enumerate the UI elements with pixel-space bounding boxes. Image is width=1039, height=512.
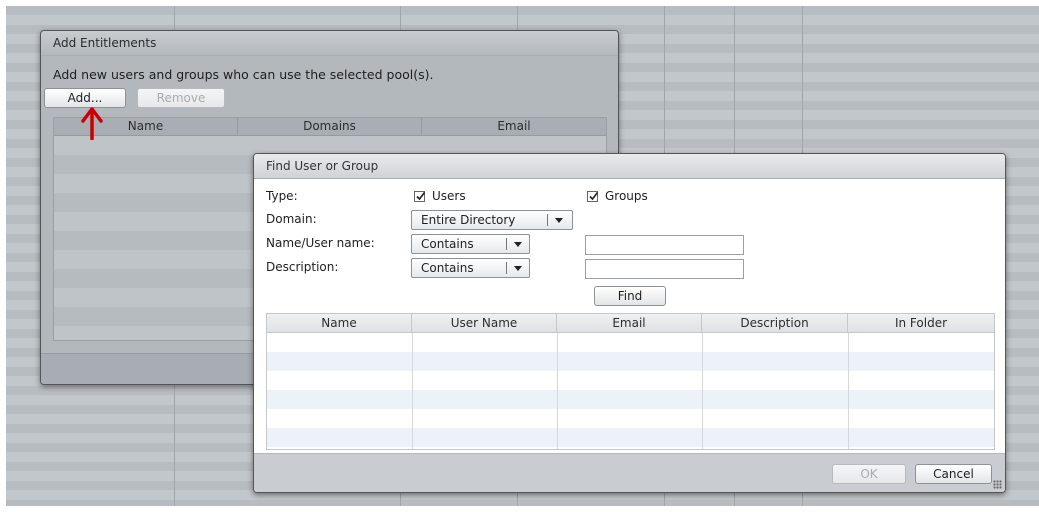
column-header-description[interactable]: Description bbox=[702, 314, 848, 332]
select-separator bbox=[506, 238, 507, 250]
dialog-title: Find User or Group bbox=[254, 154, 1005, 179]
chevron-down-icon bbox=[514, 266, 522, 271]
chevron-down-icon bbox=[555, 218, 563, 223]
column-header-name[interactable]: Name bbox=[267, 314, 412, 332]
domain-select[interactable]: Entire Directory bbox=[411, 210, 573, 230]
dialog-description: Add new users and groups who can use the… bbox=[53, 67, 434, 82]
cancel-button[interactable]: Cancel bbox=[915, 464, 992, 484]
results-table: Name User Name Email Description In Fold… bbox=[266, 313, 995, 450]
find-button[interactable]: Find bbox=[594, 286, 666, 306]
dialog-title: Add Entitlements bbox=[41, 31, 618, 56]
select-separator bbox=[547, 214, 548, 226]
table-header: Name User Name Email Description In Fold… bbox=[267, 314, 994, 333]
name-input[interactable] bbox=[585, 235, 744, 255]
users-label: Users bbox=[432, 189, 466, 203]
name-match-select[interactable]: Contains bbox=[411, 234, 530, 254]
description-input[interactable] bbox=[585, 259, 744, 279]
column-divider bbox=[848, 333, 849, 449]
users-checkbox[interactable] bbox=[414, 191, 426, 202]
chevron-down-icon bbox=[514, 242, 522, 247]
dialog-footer: OK Cancel bbox=[254, 453, 1005, 492]
domain-select-value: Entire Directory bbox=[421, 213, 516, 227]
column-divider bbox=[557, 333, 558, 449]
domain-label: Domain: bbox=[266, 212, 317, 226]
table-header: Name Domains Email bbox=[54, 118, 606, 136]
column-divider bbox=[702, 333, 703, 449]
annotation-arrow-icon bbox=[81, 107, 103, 140]
type-label: Type: bbox=[266, 189, 298, 203]
checkmark-icon bbox=[416, 192, 426, 201]
select-separator bbox=[506, 262, 507, 274]
description-match-select[interactable]: Contains bbox=[411, 258, 530, 278]
description-match-value: Contains bbox=[421, 261, 474, 275]
groups-checkbox[interactable] bbox=[587, 191, 599, 202]
column-divider bbox=[412, 333, 413, 449]
column-header-user-name[interactable]: User Name bbox=[412, 314, 557, 332]
groups-label: Groups bbox=[605, 189, 648, 203]
checkmark-icon bbox=[589, 192, 599, 201]
name-label: Name/User name: bbox=[266, 236, 375, 250]
description-label: Description: bbox=[266, 260, 339, 274]
add-button[interactable]: Add... bbox=[44, 88, 126, 108]
ok-button[interactable]: OK bbox=[832, 464, 906, 484]
column-header-in-folder[interactable]: In Folder bbox=[848, 314, 994, 332]
column-header-email[interactable]: Email bbox=[557, 314, 702, 332]
name-match-value: Contains bbox=[421, 237, 474, 251]
resize-grip-icon[interactable] bbox=[993, 480, 1002, 489]
remove-button[interactable]: Remove bbox=[137, 88, 225, 108]
table-body bbox=[267, 333, 994, 449]
column-header-email[interactable]: Email bbox=[422, 118, 606, 135]
find-user-or-group-dialog: Find User or Group Type: Users Groups Do… bbox=[253, 153, 1006, 493]
column-header-domains[interactable]: Domains bbox=[238, 118, 422, 135]
